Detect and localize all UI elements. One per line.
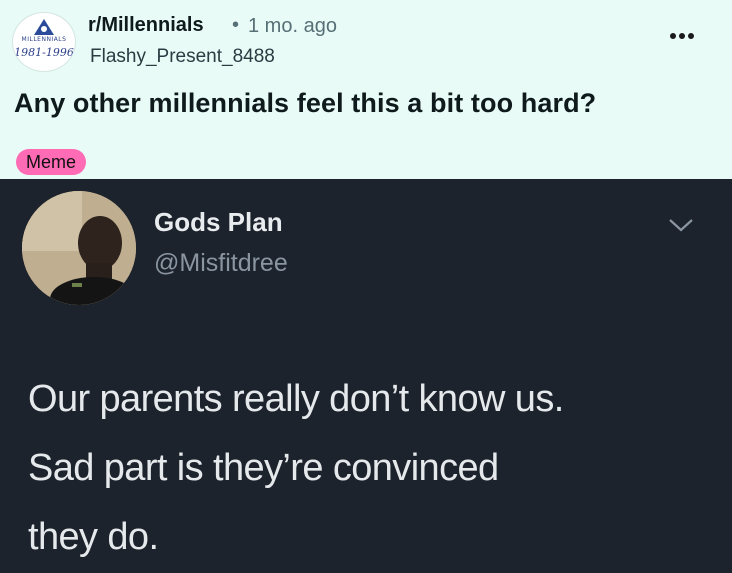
- post-author[interactable]: Flashy_Present_8488: [90, 46, 275, 68]
- post-header: MILLENNIALS 1981-1996 r/Millennials • 1 …: [0, 0, 732, 76]
- tweet-text-line: they do.: [28, 516, 159, 558]
- subreddit-avatar-text: MILLENNIALS: [21, 36, 67, 43]
- post-timestamp: 1 mo. ago: [248, 15, 337, 37]
- chevron-down-icon: [669, 219, 693, 232]
- more-horizontal-icon: [688, 33, 694, 39]
- more-horizontal-icon: [679, 33, 685, 39]
- tweet-text-line: Our parents really don’t know us.: [28, 378, 564, 420]
- post-title[interactable]: Any other millennials feel this a bit to…: [14, 88, 596, 119]
- post-image[interactable]: Gods Plan @Misfitdree Our parents really…: [0, 179, 732, 573]
- tweet-handle: @Misfitdree: [154, 249, 288, 277]
- meta-separator: •: [232, 14, 240, 36]
- millennials-logo-icon: [34, 19, 54, 35]
- post-flair[interactable]: Meme: [16, 149, 87, 175]
- tweet-text-line: Sad part is they’re convinced: [28, 447, 499, 489]
- tweet-display-name: Gods Plan: [154, 207, 283, 237]
- tweet-text: Our parents really don’t know us. Sad pa…: [28, 365, 718, 572]
- subreddit-avatar[interactable]: MILLENNIALS 1981-1996: [12, 12, 76, 72]
- more-options-button[interactable]: [670, 30, 694, 42]
- profile-photo-icon: [22, 191, 136, 305]
- more-horizontal-icon: [670, 33, 676, 39]
- subreddit-avatar-years: 1981-1996: [14, 46, 74, 59]
- tweet-avatar: [22, 191, 136, 305]
- subreddit-name[interactable]: r/Millennials: [88, 14, 204, 37]
